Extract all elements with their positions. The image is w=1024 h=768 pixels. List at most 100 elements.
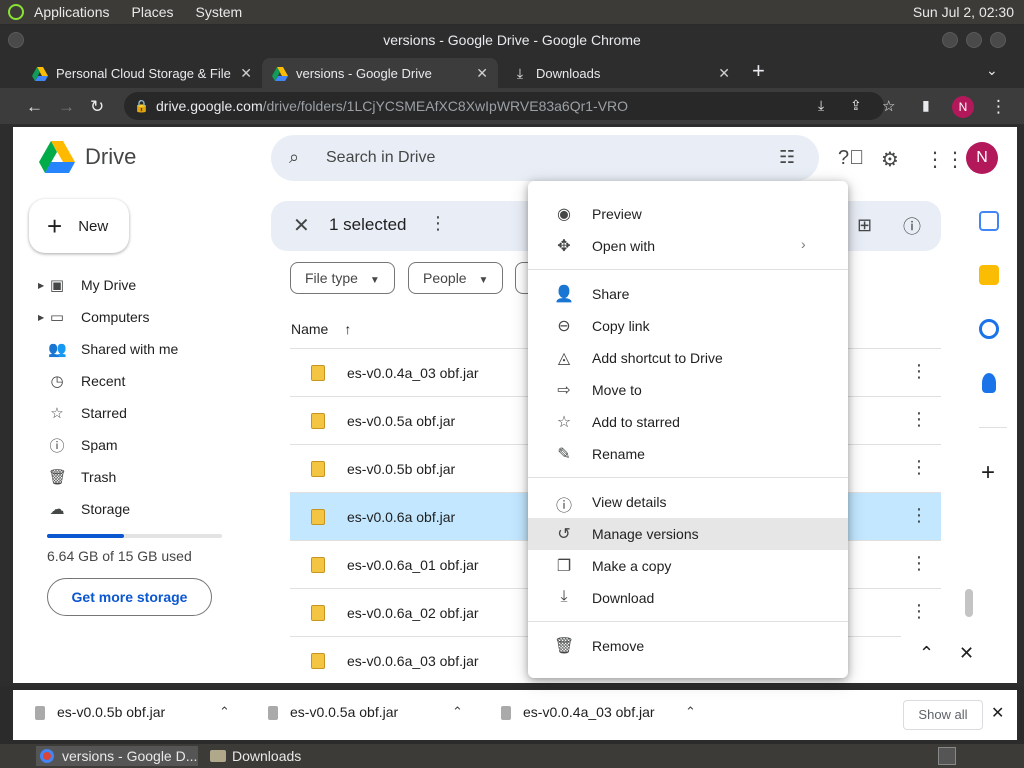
people-filter[interactable]: People ▼ <box>408 262 504 294</box>
sidebar-item-computers[interactable]: ▶ ▭ Computers <box>13 301 253 333</box>
tab-close-icon[interactable]: ✕ <box>240 65 252 82</box>
menu-item-rename[interactable]: ✎ Rename <box>528 438 848 470</box>
menu-places[interactable]: Places <box>132 4 174 20</box>
toast-close-icon[interactable]: ✕ <box>959 643 974 664</box>
menu-item-view-details[interactable]: ⓘ View details <box>528 486 848 518</box>
download-item[interactable]: es-v0.0.4a_03 obf.jar ⌃ <box>501 704 696 721</box>
tab-search-icon[interactable]: ⌄ <box>986 62 998 79</box>
menu-item-move-to[interactable]: ⇨ Move to <box>528 374 848 406</box>
menu-applications[interactable]: Applications <box>34 4 110 20</box>
row-more-icon[interactable]: ⋮ <box>910 409 928 430</box>
row-more-icon[interactable]: ⋮ <box>910 553 928 574</box>
settings-gear-icon[interactable]: ⚙ <box>881 147 899 172</box>
menu-item-manage-versions[interactable]: ↺ Manage versions <box>528 518 848 550</box>
scrollbar-thumb[interactable] <box>965 589 973 617</box>
clock[interactable]: Sun Jul 2, 02:30 <box>913 4 1014 20</box>
reload-icon[interactable]: ↻ <box>90 97 104 117</box>
lock-icon[interactable]: 🔒 <box>134 92 149 120</box>
bookmark-star-icon[interactable]: ☆ <box>882 97 895 115</box>
file-type-filter[interactable]: File type ▼ <box>290 262 395 294</box>
contacts-icon[interactable] <box>982 373 996 393</box>
keep-icon[interactable] <box>979 265 999 285</box>
tab-close-icon[interactable]: ✕ <box>718 65 730 82</box>
search-options-icon[interactable]: ☷ <box>779 147 795 168</box>
file-name: es-v0.0.6a_01 obf.jar <box>347 557 479 573</box>
side-panel-icon[interactable]: ▮ <box>922 97 930 114</box>
get-more-storage-button[interactable]: Get more storage <box>47 578 212 616</box>
back-icon[interactable]: ← <box>26 97 43 117</box>
add-addon-icon[interactable]: + <box>981 459 995 487</box>
menu-item-open-with[interactable]: ✥ Open with › <box>528 230 848 262</box>
sidebar-item-trash[interactable]: 🗑 Trash <box>13 461 253 493</box>
drive-logo[interactable]: Drive <box>39 141 136 173</box>
new-button[interactable]: + New <box>29 199 129 253</box>
menu-item-make-a-copy[interactable]: ❐ Make a copy <box>528 550 848 582</box>
download-options-icon[interactable]: ⌃ <box>452 704 463 720</box>
pencil-icon: ✎ <box>557 446 571 463</box>
download-item[interactable]: es-v0.0.5b obf.jar ⌃ <box>35 704 230 721</box>
clear-selection-icon[interactable]: ✕ <box>293 213 310 238</box>
account-avatar[interactable]: N <box>966 142 998 174</box>
more-actions-icon[interactable]: ⋮ <box>429 213 447 234</box>
maximize-icon[interactable] <box>966 32 982 48</box>
row-more-icon[interactable]: ⋮ <box>910 457 928 478</box>
menu-system[interactable]: System <box>196 4 243 20</box>
row-more-icon[interactable]: ⋮ <box>910 505 928 526</box>
tab-label: Downloads <box>536 65 601 81</box>
sort-ascending-icon[interactable]: ↑ <box>344 321 351 337</box>
workspace-icon[interactable] <box>938 747 956 765</box>
menu-item-copy-link[interactable]: ⊖ Copy link <box>528 310 848 342</box>
show-all-downloads-button[interactable]: Show all <box>903 700 983 730</box>
new-tab-icon[interactable]: + <box>752 58 765 84</box>
row-more-icon[interactable]: ⋮ <box>910 601 928 622</box>
menu-item-preview[interactable]: ◉ Preview <box>528 198 848 230</box>
download-options-icon[interactable]: ⌃ <box>685 704 696 720</box>
menu-item-download[interactable]: ⤓ Download <box>528 582 848 614</box>
taskbar-chrome[interactable]: versions - Google D... <box>36 746 198 766</box>
search-bar[interactable]: ⌕ Search in Drive ☷ <box>271 135 819 181</box>
forward-icon[interactable]: → <box>58 97 75 117</box>
download-item[interactable]: es-v0.0.5a obf.jar ⌃ <box>268 704 463 721</box>
sidebar-item-starred[interactable]: ☆ Starred <box>13 397 253 429</box>
sidebar-item-storage[interactable]: ☁ Storage <box>13 493 253 525</box>
close-window-icon[interactable] <box>990 32 1006 48</box>
browser-menu-icon[interactable]: ⋮ <box>990 97 1007 117</box>
sidebar-item-my-drive[interactable]: ▶ ▣ My Drive <box>13 269 253 301</box>
calendar-icon[interactable] <box>979 211 999 231</box>
menu-item-remove[interactable]: 🗑 Remove <box>528 630 848 662</box>
window-menu-icon[interactable] <box>8 32 24 48</box>
minimize-icon[interactable] <box>942 32 958 48</box>
row-more-icon[interactable]: ⋮ <box>910 361 928 382</box>
details-info-icon[interactable]: ⓘ <box>903 213 921 239</box>
menu-item-add-to-starred[interactable]: ☆ Add to starred <box>528 406 848 438</box>
profile-avatar[interactable]: N <box>952 96 974 118</box>
expand-caret-icon[interactable]: ▶ <box>38 281 44 290</box>
menu-item-label: View details <box>592 494 667 510</box>
tab-personal-cloud[interactable]: Personal Cloud Storage & File ✕ <box>22 58 262 88</box>
sidebar-item-recent[interactable]: ◷ Recent <box>13 365 253 397</box>
help-icon[interactable]: ?⃝ <box>838 147 864 170</box>
search-icon[interactable]: ⌕ <box>289 147 299 168</box>
expand-caret-icon[interactable]: ▶ <box>38 313 44 322</box>
tasks-icon[interactable] <box>979 319 999 339</box>
tab-versions[interactable]: versions - Google Drive ✕ <box>262 58 498 88</box>
download-options-icon[interactable]: ⌃ <box>219 704 230 720</box>
sidebar-item-spam[interactable]: ⓘ Spam <box>13 429 253 461</box>
url-bar[interactable]: 🔒 drive.google.com/drive/folders/1LCjYCS… <box>124 92 884 120</box>
search-input[interactable]: Search in Drive <box>326 149 435 167</box>
grid-view-icon[interactable]: ⊞ <box>857 215 872 236</box>
tab-downloads[interactable]: ⤓ Downloads ✕ <box>502 58 740 88</box>
taskbar-downloads[interactable]: Downloads <box>206 746 366 766</box>
toast-collapse-icon[interactable]: ⌃ <box>919 643 934 664</box>
menu-item-add-shortcut-to-drive[interactable]: ◬ Add shortcut to Drive <box>528 342 848 374</box>
apps-grid-icon[interactable]: ⋮⋮ <box>925 147 965 172</box>
close-downloads-icon[interactable]: ✕ <box>991 703 1004 723</box>
sidebar-item-shared[interactable]: 👥 Shared with me <box>13 333 253 365</box>
name-column-header[interactable]: Name ↑ <box>291 321 351 337</box>
os-logo-icon[interactable] <box>8 4 24 20</box>
menu-item-share[interactable]: 👤 Share <box>528 278 848 310</box>
install-icon[interactable]: ⤓ <box>818 97 824 114</box>
tab-close-icon[interactable]: ✕ <box>476 65 488 82</box>
address-toolbar: ← → ↻ 🔒 drive.google.com/drive/folders/1… <box>0 88 1024 124</box>
share-icon[interactable]: ⇪ <box>850 97 862 114</box>
